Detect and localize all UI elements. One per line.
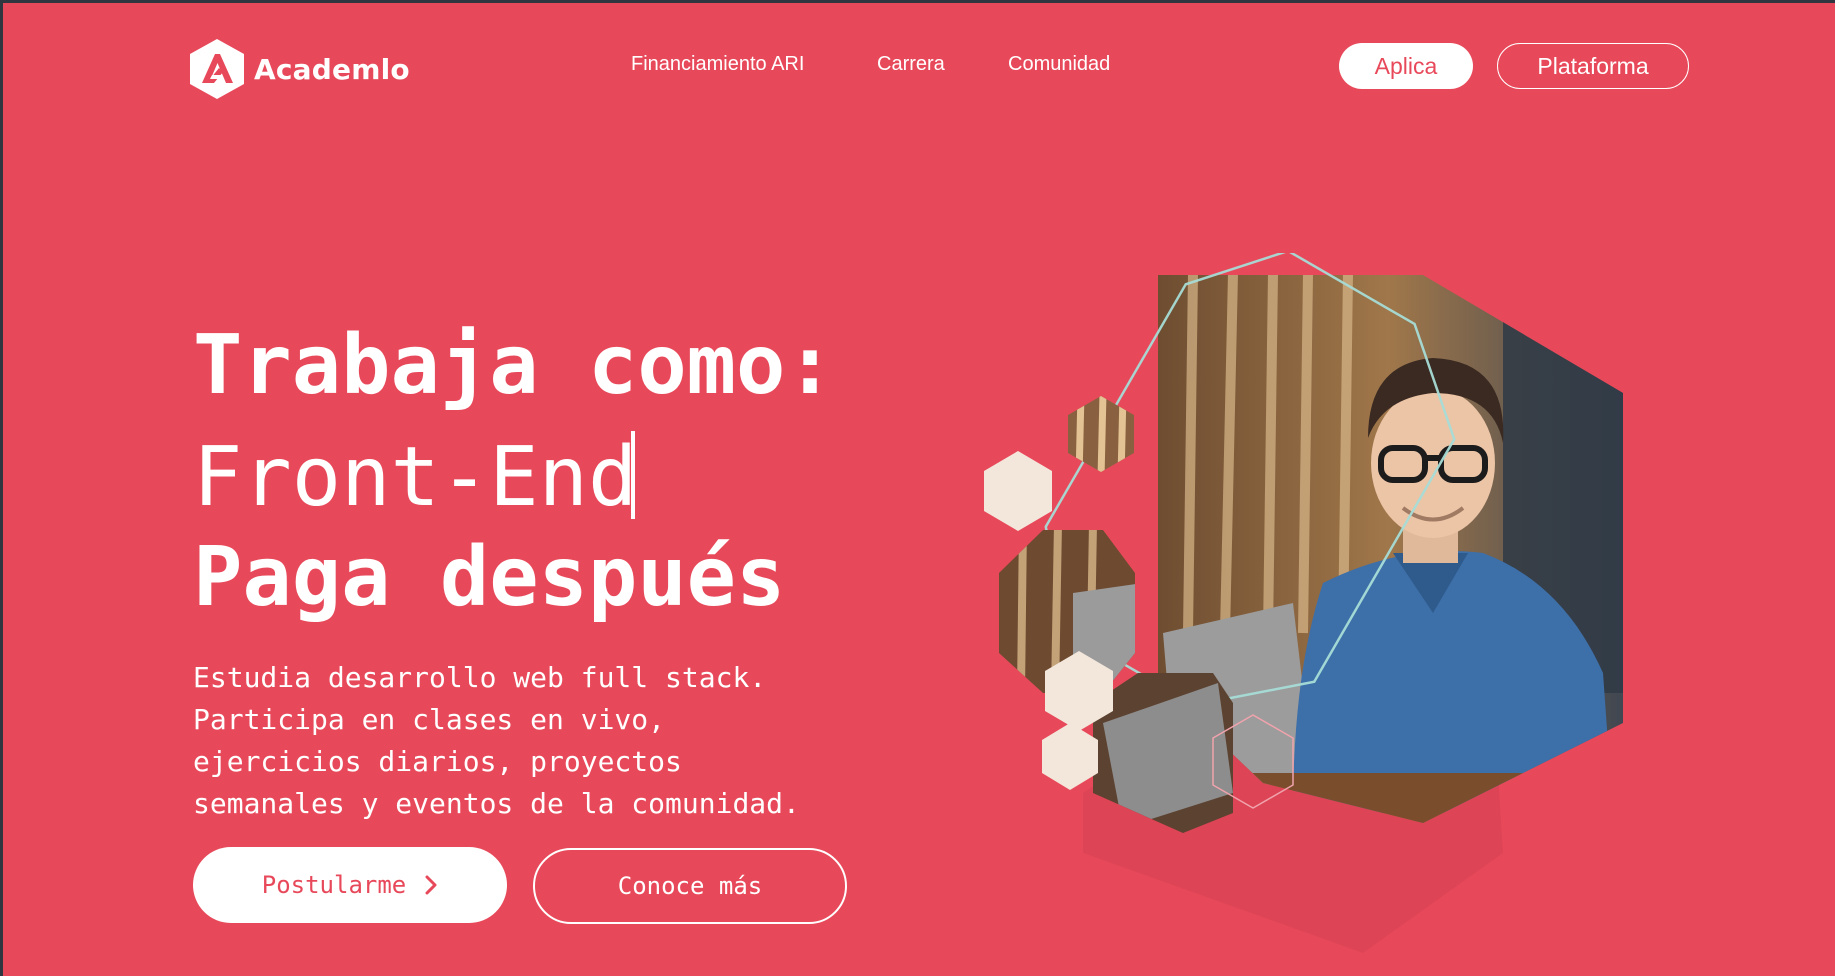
hero-description: Estudia desarrollo web full stack. Parti…: [193, 657, 893, 825]
nav-link-carrera[interactable]: Carrera: [877, 53, 945, 76]
brand-name: Academlo: [254, 52, 410, 86]
academlo-logo-icon: [190, 39, 244, 99]
hero-title-line-3: Paga después: [193, 530, 786, 625]
apply-button[interactable]: Aplica: [1339, 43, 1473, 89]
hero-description-line: semanales y eventos de la comunidad.: [193, 787, 800, 820]
hero-title-line-2: Front-End: [193, 431, 637, 519]
hero-description-line: Estudia desarrollo web full stack.: [193, 661, 767, 694]
hero-description-line: ejercicios diarios, proyectos: [193, 745, 682, 778]
nav-link-financiamiento[interactable]: Financiamiento ARI: [631, 53, 804, 76]
platform-button[interactable]: Plataforma: [1497, 43, 1689, 89]
hero-title-line-1: Trabaja como:: [193, 318, 835, 413]
hero-illustration: [984, 253, 1623, 953]
nav-link-comunidad[interactable]: Comunidad: [1008, 53, 1110, 76]
brand-logo[interactable]: Academlo: [188, 37, 410, 101]
typing-caret: [631, 431, 636, 519]
apply-now-label: Postularme: [261, 871, 407, 899]
apply-now-button[interactable]: Postularme: [193, 847, 507, 923]
hero-typed-role: Front-End: [193, 430, 638, 525]
hero-description-line: Participa en clases en vivo,: [193, 703, 666, 736]
learn-more-button[interactable]: Conoce más: [533, 848, 847, 924]
landing-page: Academlo Financiamiento ARI Carrera Comu…: [3, 3, 1835, 976]
chevron-right-icon: [425, 875, 437, 895]
